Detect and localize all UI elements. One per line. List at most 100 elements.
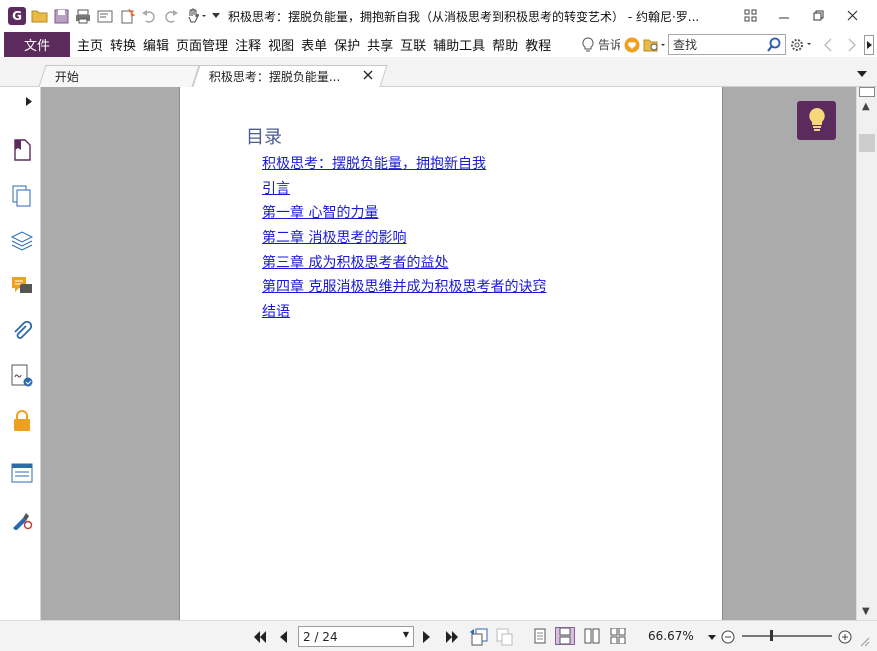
panel-expand-icon[interactable] [26, 95, 32, 109]
zoom-slider-track[interactable] [742, 635, 832, 637]
menu-connect[interactable]: 互联 [397, 35, 429, 54]
form-fields-icon[interactable] [10, 461, 34, 485]
save-icon[interactable] [50, 5, 72, 27]
settings-gear-icon[interactable] [788, 37, 816, 53]
app-logo-icon[interactable]: G [6, 5, 28, 27]
page-number-field[interactable]: 2 / 24 ▼ [298, 626, 414, 647]
signature-icon[interactable] [10, 364, 34, 388]
view-continuous-icon[interactable] [555, 627, 575, 645]
view-continuous-facing-icon[interactable] [608, 627, 628, 645]
scroll-down-icon[interactable]: ▼ [862, 606, 870, 617]
zoom-out-icon[interactable] [719, 627, 737, 647]
search-input[interactable]: 查找 [668, 34, 786, 55]
menu-tutorial[interactable]: 教程 [522, 35, 554, 54]
toc-link-title[interactable]: 积极思考：摆脱负能量，拥抱新自我 [262, 153, 486, 173]
next-page-icon[interactable] [418, 627, 436, 647]
previous-page-icon[interactable] [274, 627, 292, 647]
restore-icon[interactable] [801, 0, 835, 30]
zoom-dropdown-icon[interactable] [706, 627, 718, 647]
lightbulb-icon[interactable] [580, 36, 596, 53]
email-icon[interactable] [94, 5, 116, 27]
zoom-slider-thumb[interactable] [770, 630, 773, 641]
document-canvas[interactable]: 目录 积极思考：摆脱负能量，拥抱新自我 引言 第一章 心智的力量 第二章 消极思… [41, 87, 856, 620]
file-menu-button[interactable]: 文件 [4, 32, 70, 57]
certify-pen-icon[interactable] [10, 507, 34, 531]
toc-heading: 目录 [246, 127, 282, 148]
split-view-handle[interactable] [859, 87, 875, 97]
page-number-value: 2 / 24 [303, 629, 338, 644]
toc-link-chapter-2[interactable]: 第二章 消极思考的影响 [262, 227, 406, 247]
feedback-heart-icon[interactable] [622, 37, 642, 53]
quick-access-toolbar: G [0, 0, 222, 32]
menu-accessibility[interactable]: 辅助工具 [430, 35, 488, 54]
pages-thumbnail-icon[interactable] [10, 184, 34, 208]
vertical-scrollbar[interactable]: ▲ ▼ [856, 87, 877, 620]
title-bar: G 积极思考：摆脱负能量，拥抱新自我（从消极思考到积极思考的转变艺术） - 约翰… [0, 0, 877, 32]
security-lock-icon[interactable] [10, 409, 34, 433]
menu-form[interactable]: 表单 [298, 35, 330, 54]
menu-share[interactable]: 共享 [364, 35, 396, 54]
nav-forward-icon[interactable] [840, 38, 864, 52]
next-view-icon[interactable] [494, 627, 516, 647]
page-dropdown-icon[interactable]: ▼ [403, 630, 409, 639]
menu-comment[interactable]: 注释 [232, 35, 264, 54]
hand-tool-icon[interactable] [182, 5, 210, 27]
tab-start[interactable]: 开始 [38, 65, 200, 87]
layout-grid-icon[interactable] [733, 0, 767, 30]
search-icon[interactable] [766, 37, 782, 56]
window-controls [733, 0, 869, 32]
lightbulb-tip-icon [808, 107, 826, 134]
menu-protect[interactable]: 保护 [331, 35, 363, 54]
previous-view-icon[interactable] [468, 627, 490, 647]
attachments-icon[interactable] [10, 319, 34, 343]
comments-icon[interactable] [10, 274, 34, 298]
first-page-icon[interactable] [250, 627, 270, 647]
undo-icon[interactable] [138, 5, 160, 27]
tab-list-dropdown-icon[interactable] [857, 67, 867, 81]
scroll-up-icon[interactable]: ▲ [862, 101, 870, 112]
resize-grip-icon[interactable] [857, 631, 871, 651]
menu-help[interactable]: 帮助 [489, 35, 521, 54]
status-bar: 2 / 24 ▼ 66.67% [0, 620, 877, 651]
menu-right-tools: 告诉 查找 [580, 32, 877, 57]
new-document-icon[interactable] [116, 5, 138, 27]
tab-document-label: 积极思考：摆脱负能量... [208, 70, 341, 84]
layers-icon[interactable] [10, 229, 34, 253]
redo-icon[interactable] [160, 5, 182, 27]
open-folder-icon[interactable] [28, 5, 50, 27]
toc-link-chapter-1[interactable]: 第一章 心智的力量 [262, 202, 378, 222]
close-icon[interactable] [835, 0, 869, 30]
nav-back-icon[interactable] [816, 38, 840, 52]
find-folder-icon[interactable] [642, 38, 668, 52]
pdf-page: 目录 积极思考：摆脱负能量，拥抱新自我 引言 第一章 心智的力量 第二章 消极思… [179, 87, 723, 620]
toc-link-conclusion[interactable]: 结语 [262, 301, 290, 321]
toc-link-chapter-3[interactable]: 第三章 成为积极思考者的益处 [262, 252, 448, 272]
bookmark-icon[interactable] [10, 138, 34, 162]
tab-close-icon[interactable] [363, 69, 373, 83]
last-page-icon[interactable] [442, 627, 462, 647]
tell-me-label[interactable]: 告诉 [598, 36, 620, 53]
view-facing-icon[interactable] [582, 627, 602, 645]
menu-page-management[interactable]: 页面管理 [173, 35, 231, 54]
ribbon-expand-icon[interactable] [864, 34, 874, 55]
menu-home[interactable]: 主页 [74, 35, 106, 54]
tab-document[interactable]: 积极思考：摆脱负能量... [192, 65, 388, 87]
view-single-page-icon[interactable] [530, 627, 550, 645]
toc-link-chapter-4[interactable]: 第四章 克服消极思维并成为积极思考者的诀窍 [262, 276, 546, 296]
navigation-panel [0, 87, 41, 620]
toc-link-introduction[interactable]: 引言 [262, 178, 290, 198]
smart-tip-button[interactable] [797, 101, 836, 140]
print-icon[interactable] [72, 5, 94, 27]
zoom-in-icon[interactable] [836, 627, 854, 647]
tab-start-label: 开始 [54, 70, 79, 84]
menu-bar: 文件 主页 转换 编辑 页面管理 注释 视图 表单 保护 共享 互联 辅助工具 … [0, 32, 877, 57]
menu-edit[interactable]: 编辑 [140, 35, 172, 54]
customize-toolbar-icon[interactable] [210, 5, 222, 27]
document-tab-bar: 开始 积极思考：摆脱负能量... [0, 57, 877, 87]
menu-convert[interactable]: 转换 [107, 35, 139, 54]
scrollbar-thumb[interactable] [859, 134, 875, 152]
menu-view[interactable]: 视图 [265, 35, 297, 54]
minimize-icon[interactable] [767, 0, 801, 30]
window-title: 积极思考：摆脱负能量，拥抱新自我（从消极思考到积极思考的转变艺术） - 约翰尼·… [228, 9, 700, 24]
zoom-level: 66.67% [648, 629, 694, 643]
